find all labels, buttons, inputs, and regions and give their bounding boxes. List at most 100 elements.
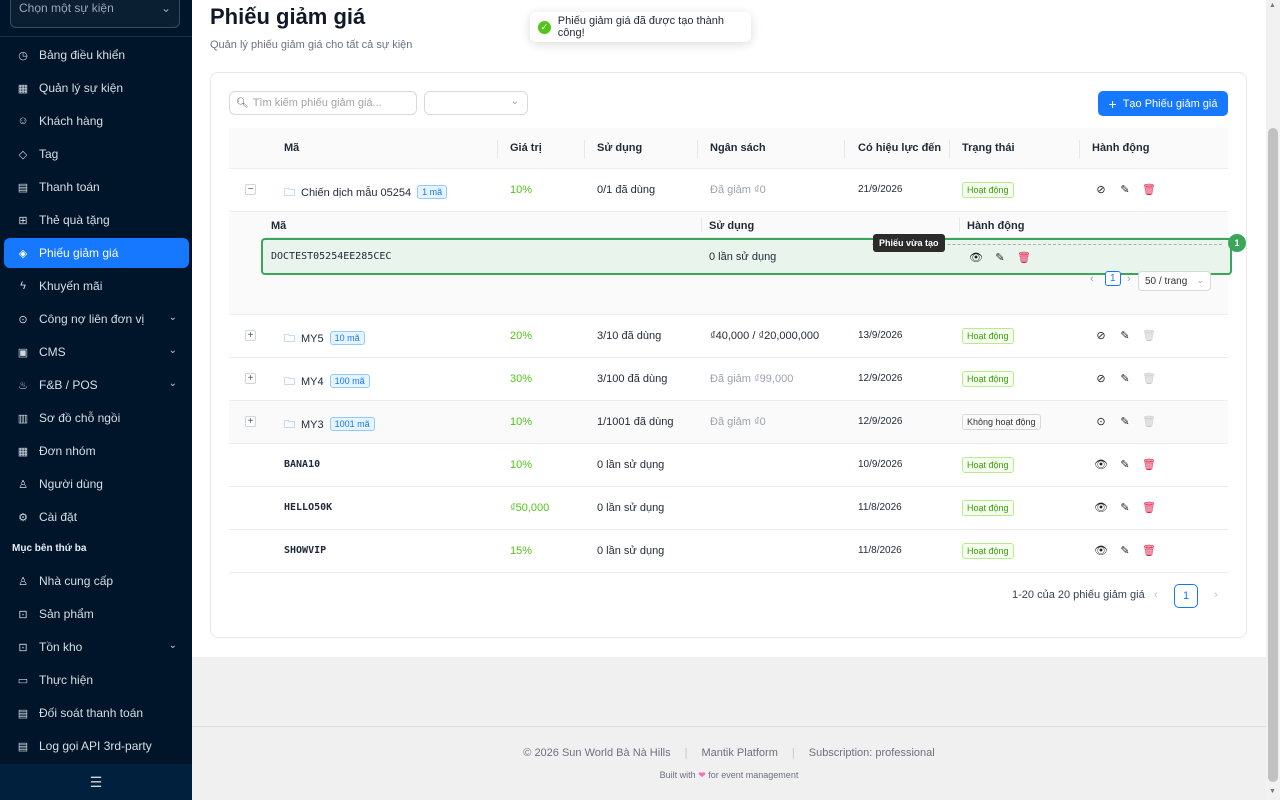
sidebar-item-dashboard[interactable]: ◷ Bảng điều khiển	[4, 40, 189, 70]
disable-icon[interactable]: ⊘	[1094, 328, 1108, 342]
scroll-down-icon[interactable]: ▼	[1269, 788, 1276, 795]
subtable-current-page[interactable]: 1	[1105, 271, 1121, 286]
sidebar-item-users[interactable]: ♙ Người dùng	[4, 469, 189, 499]
edit-icon[interactable]: ✎	[1118, 500, 1132, 514]
footer-line: © 2026 Sun World Bà Nà Hills | Mantik Plat…	[192, 747, 1266, 759]
sidebar-item-fnb-pos[interactable]: ♨ F&B / POS ⌄	[4, 370, 189, 400]
footer-subscription: Subscription: professional	[808, 747, 935, 759]
search-input[interactable]: 🔍︎ Tìm kiếm phiếu giảm giá...	[229, 91, 417, 115]
delete-icon[interactable]: 🗑︎	[1142, 543, 1156, 557]
supplier-icon: ♙	[18, 575, 28, 588]
footer-separator: |	[791, 747, 795, 759]
delete-icon[interactable]: 🗑︎	[1142, 500, 1156, 514]
create-coupon-button[interactable]: + Tạo Phiếu giảm giá	[1098, 91, 1228, 116]
sidebar-item-fulfillment[interactable]: ▭ Thực hiện	[4, 665, 189, 695]
delete-icon[interactable]: 🗑︎	[1142, 182, 1156, 196]
status-badge: Hoạt động	[962, 182, 1014, 198]
sidebar-item-promotions[interactable]: ϟ Khuyến mãi	[4, 271, 189, 301]
folder-icon: 🗀︎	[284, 376, 295, 388]
delete-icon[interactable]: 🗑︎	[1017, 250, 1031, 264]
sidebar-item-api-logs[interactable]: ▤ Log gọi API 3rd-party	[4, 731, 189, 761]
sidebar-item-coupons[interactable]: ◈ Phiếu giảm giá	[4, 238, 189, 268]
chevron-down-icon: ⌄	[168, 640, 177, 651]
content-area: Phiếu giảm giá Quản lý phiếu giảm giá ch…	[192, 0, 1266, 657]
sidebar: Chọn một sự kiện ⌄ ◷ Bảng điều khiển ▦ Q…	[0, 0, 192, 800]
new-coupon-tooltip: Phiếu vừa tạo	[873, 234, 945, 252]
edit-icon[interactable]: ✎	[1118, 414, 1132, 428]
edit-icon[interactable]: ✎	[1118, 371, 1132, 385]
collapse-row-button[interactable]: −	[245, 184, 256, 195]
sidebar-collapse-button[interactable]: ☰	[0, 764, 192, 800]
coupon-value: ₫50,000	[510, 502, 550, 514]
sidebar-item-seat-map[interactable]: ▥ Sơ đồ chỗ ngồi	[4, 403, 189, 433]
status-filter-select[interactable]: ⌄	[424, 91, 528, 115]
sidebar-item-suppliers[interactable]: ♙ Nhà cung cấp	[4, 566, 189, 596]
prev-page-icon[interactable]: ‹	[1090, 273, 1094, 285]
cms-icon: ▣	[17, 346, 29, 359]
debt-icon: ⊙	[18, 313, 28, 326]
sidebar-item-cms[interactable]: ▣ CMS ⌄	[4, 337, 189, 367]
column-divider	[701, 218, 702, 232]
toast-message: Phiếu giảm giá đã được tạo thành công!	[557, 15, 725, 39]
sidebar-item-group-orders[interactable]: ▦ Đơn nhóm	[4, 436, 189, 466]
delete-icon[interactable]: 🗑︎	[1142, 457, 1156, 471]
sidebar-item-products[interactable]: ⊡ Sản phẩm	[4, 599, 189, 629]
disable-icon[interactable]: ⊘	[1094, 371, 1108, 385]
code-count-badge: 1 mã	[417, 185, 448, 199]
page-size-select[interactable]: 50 / trang ⌄	[1138, 271, 1211, 291]
table-header: Mã Giá trị Sử dụng Ngân sách Có hiệu lực…	[229, 128, 1228, 169]
expand-row-button[interactable]: +	[245, 416, 256, 427]
sidebar-item-label: Sơ đồ chỗ ngồi	[39, 411, 121, 425]
edit-icon[interactable]: ✎	[1118, 182, 1132, 196]
edit-icon[interactable]: ✎	[1118, 457, 1132, 471]
promotion-icon: ϟ	[20, 280, 26, 292]
sidebar-item-label: Đối soát thanh toán	[39, 706, 144, 720]
expand-row-button[interactable]: +	[245, 330, 256, 341]
disable-icon[interactable]: ⊘	[1094, 182, 1108, 196]
sidebar-item-payment-reconcile[interactable]: ▤ Đối soát thanh toán	[4, 698, 189, 728]
eye-icon[interactable]: 👁︎	[1094, 457, 1108, 471]
next-page-icon[interactable]: ›	[1214, 589, 1218, 601]
edit-icon[interactable]: ✎	[1118, 328, 1132, 342]
page-size-label: 50 / trang	[1145, 275, 1188, 287]
sidebar-item-events[interactable]: ▦ Quản lý sự kiện	[4, 73, 189, 103]
event-select-placeholder: Chọn một sự kiện	[19, 1, 114, 15]
sidebar-item-tag[interactable]: ◇ Tag	[4, 139, 189, 169]
edit-icon[interactable]: ✎	[1118, 543, 1132, 557]
user-icon: ♙	[18, 478, 28, 491]
coupon-valid-until: 11/8/2026	[858, 502, 902, 513]
sidebar-item-inventory[interactable]: ⊡ Tồn kho ⌄	[4, 632, 189, 662]
sidebar-item-interunit-debt[interactable]: ⊙ Công nợ liên đơn vị ⌄	[4, 304, 189, 334]
eye-icon[interactable]: 👁︎	[1094, 543, 1108, 557]
scrollbar-thumb[interactable]	[1268, 128, 1278, 782]
column-header-budget: Ngân sách	[710, 142, 766, 154]
column-header-valid-until: Có hiệu lực đến	[858, 142, 942, 154]
sidebar-item-customers[interactable]: ☺ Khách hàng	[4, 106, 189, 136]
current-page-button[interactable]: 1	[1174, 584, 1198, 608]
prev-page-icon[interactable]: ‹	[1154, 589, 1158, 601]
page-scrollbar[interactable]: ▲ ▼	[1266, 0, 1280, 800]
table-row: BANA10 10% 0 lần sử dụng 10/9/2026 Hoạt …	[229, 444, 1228, 487]
sidebar-item-payments[interactable]: ▤ Thanh toán	[4, 172, 189, 202]
coupon-code: BANA10	[284, 459, 321, 470]
sidebar-divider	[0, 36, 192, 37]
sidebar-item-label: Khách hàng	[39, 114, 104, 128]
search-icon: 🔍︎	[236, 97, 249, 109]
sidebar-item-label: Bảng điều khiển	[39, 48, 126, 62]
pagination-summary: 1-20 của 20 phiếu giảm giá	[1012, 589, 1145, 601]
plus-icon: +	[1108, 95, 1117, 112]
eye-icon[interactable]: 👁︎	[969, 250, 983, 264]
table-row: + 🗀︎ MY4 100 mã 30% 3/100 đã dùng Đã giảm …	[229, 358, 1228, 401]
event-select[interactable]: Chọn một sự kiện ⌄	[10, 0, 180, 28]
eye-icon[interactable]: 👁︎	[1094, 500, 1108, 514]
enable-icon[interactable]: ⊙	[1094, 414, 1108, 428]
next-page-icon[interactable]: ›	[1127, 273, 1131, 285]
coupon-icon: ◈	[18, 247, 28, 260]
scroll-up-icon[interactable]: ▲	[1269, 2, 1276, 9]
sidebar-item-settings[interactable]: ⚙ Cài đặt	[4, 502, 189, 532]
edit-icon[interactable]: ✎	[993, 250, 1007, 264]
expand-row-button[interactable]: +	[245, 373, 256, 384]
sidebar-item-gift-cards[interactable]: ⊞ Thẻ quà tặng	[4, 205, 189, 235]
status-badge: Hoạt động	[962, 371, 1014, 387]
delete-icon: 🗑︎	[1142, 415, 1156, 428]
